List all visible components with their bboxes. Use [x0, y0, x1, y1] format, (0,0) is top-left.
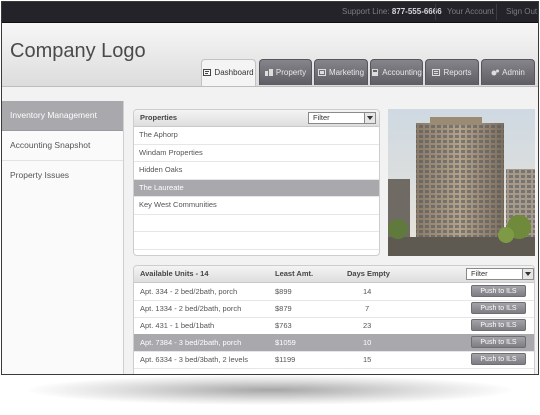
empty-row: -	[134, 232, 379, 250]
properties-title: Properties	[140, 113, 178, 122]
units-column-header: Available Units - 14	[140, 269, 209, 278]
table-row[interactable]: Apt. 1334 - 2 bed/2bath, porch $879 7 Pu…	[134, 300, 534, 318]
available-units-panel: Available Units - 14 Least Amt. Days Emp…	[133, 265, 535, 374]
tab-label: Reports	[443, 68, 472, 77]
sign-out-link[interactable]: Sign Out	[506, 2, 537, 22]
tab-reports[interactable]: Reports	[425, 59, 479, 85]
least-amount: $899	[275, 287, 292, 296]
sidebar-item-accounting-snapshot[interactable]: Accounting Snapshot	[2, 131, 123, 161]
window-shadow	[28, 375, 512, 405]
push-to-ils-button[interactable]: Push to ILS	[471, 285, 526, 297]
property-row-aphorp[interactable]: The Aphorp	[134, 127, 379, 145]
support-line: Support Line: 877-555-6666	[342, 2, 442, 22]
days-empty: 10	[363, 338, 372, 347]
push-to-ils-button[interactable]: Push to ILS	[471, 336, 526, 348]
tab-label: Admin	[502, 68, 525, 77]
sidebar-item-property-issues[interactable]: Property Issues	[2, 161, 123, 190]
marketing-icon	[317, 69, 326, 76]
sidebar-item-inventory-management[interactable]: Inventory Management	[2, 101, 123, 131]
unit-description: Apt. 1334 - 2 bed/2bath, porch	[140, 304, 242, 313]
least-amount: $879	[275, 304, 292, 313]
header: Company Logo Dashboard Property Marketin…	[2, 23, 538, 87]
least-amount-column-header: Least Amt.	[275, 269, 314, 278]
days-empty: 23	[363, 321, 372, 330]
unit-description: Apt. 334 - 2 bed/2bath, porch	[140, 287, 238, 296]
least-amount: $763	[275, 321, 292, 330]
property-row-laureate[interactable]: The Laureate	[134, 179, 379, 197]
unit-description: Apt. 7384 - 3 bed/2bath, porch	[140, 338, 242, 347]
unit-description: Apt. 431 - 1 bed/1bath	[140, 321, 215, 330]
units-filter-select[interactable]: Filter	[466, 268, 534, 280]
tab-admin[interactable]: Admin	[481, 59, 535, 85]
unit-description: Apt. 6334 - 3 bed/3bath, 2 levels	[140, 355, 248, 364]
table-row[interactable]: Apt. 7384 - 3 bed/2bath, porch $1059 10 …	[134, 334, 534, 352]
push-to-ils-button[interactable]: Push to ILS	[471, 353, 526, 365]
filter-value: Filter	[313, 113, 330, 122]
filter-value: Filter	[471, 269, 488, 278]
tab-property[interactable]: Property	[259, 59, 312, 85]
divider	[435, 4, 436, 20]
reports-icon	[432, 69, 441, 76]
properties-filter-select[interactable]: Filter	[308, 112, 376, 124]
property-icon	[264, 69, 273, 76]
least-amount: $1059	[275, 338, 296, 347]
your-account-link[interactable]: Your Account	[447, 2, 494, 22]
tab-label: Accounting	[382, 68, 422, 77]
least-amount: $1199	[275, 355, 296, 364]
admin-icon	[491, 69, 500, 76]
tab-label: Dashboard	[214, 68, 254, 77]
tab-dashboard[interactable]: Dashboard	[201, 59, 256, 86]
property-row-key-west[interactable]: Key West Communities	[134, 197, 379, 215]
sidebar: Inventory Management Accounting Snapshot…	[2, 101, 124, 374]
empty-row: -	[134, 215, 379, 232]
tab-label: Marketing	[328, 68, 365, 77]
days-empty: 15	[363, 355, 372, 364]
tab-accounting[interactable]: Accounting	[370, 59, 423, 85]
properties-header: Properties Filter	[134, 110, 379, 127]
top-bar: Support Line: 877-555-6666 Your Account …	[2, 2, 538, 23]
dashboard-icon	[203, 69, 212, 76]
property-row-hidden-oaks[interactable]: Hidden Oaks	[134, 162, 379, 180]
chevron-down-icon[interactable]	[522, 269, 533, 279]
properties-panel: Properties Filter The Aphorp Windam Prop…	[133, 109, 380, 256]
push-to-ils-button[interactable]: Push to ILS	[471, 319, 526, 331]
units-header: Available Units - 14 Least Amt. Days Emp…	[134, 266, 534, 283]
days-empty: 7	[365, 304, 370, 313]
divider	[496, 4, 497, 20]
push-to-ils-button[interactable]: Push to ILS	[471, 302, 526, 314]
property-row-windam[interactable]: Windam Properties	[134, 145, 379, 162]
accounting-icon	[371, 69, 379, 76]
days-empty: 14	[363, 287, 372, 296]
company-logo[interactable]: Company Logo	[10, 40, 146, 63]
tab-marketing[interactable]: Marketing	[314, 59, 368, 85]
table-row[interactable]: Apt. 334 - 2 bed/2bath, porch $899 14 Pu…	[134, 283, 534, 301]
property-photo	[388, 109, 535, 256]
days-empty-column-header: Days Empty	[347, 269, 390, 278]
support-line-label: Support Line:	[342, 7, 390, 16]
table-row[interactable]: Apt. 6334 - 3 bed/3bath, 2 levels $1199 …	[134, 351, 534, 369]
chevron-down-icon[interactable]	[364, 113, 375, 123]
tab-label: Property	[275, 68, 307, 77]
table-row[interactable]: Apt. 431 - 1 bed/1bath $763 23 Push to I…	[134, 317, 534, 335]
app-window: Support Line: 877-555-6666 Your Account …	[1, 1, 539, 375]
